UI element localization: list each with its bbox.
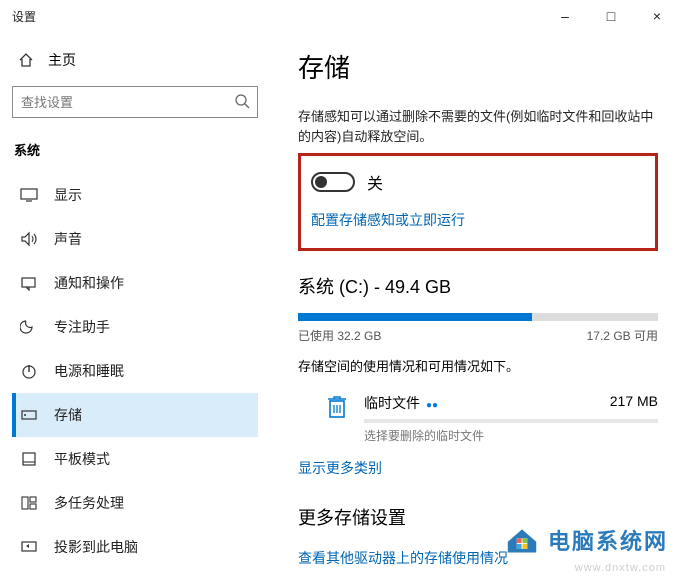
- sidebar-item-tablet[interactable]: 平板模式: [12, 437, 258, 481]
- drive-usage-bar: [298, 313, 658, 321]
- show-more-categories-link[interactable]: 显示更多类别: [298, 458, 658, 478]
- page-title: 存储: [298, 48, 658, 85]
- maximize-button[interactable]: □: [588, 0, 634, 32]
- sidebar-item-sound[interactable]: 声音: [12, 217, 258, 261]
- sidebar-item-label: 显示: [54, 185, 82, 205]
- tablet-icon: [20, 451, 38, 467]
- sidebar-item-label: 专注助手: [54, 317, 110, 337]
- toggle-state-label: 关: [367, 170, 383, 194]
- watermark: 电脑系统网: [504, 524, 668, 556]
- sidebar-item-notifications[interactable]: 通知和操作: [12, 261, 258, 305]
- sidebar-item-label: 存储: [54, 405, 82, 425]
- sound-icon: [20, 231, 38, 247]
- sidebar-item-label: 电源和睡眠: [54, 361, 124, 381]
- home-nav[interactable]: 主页: [12, 46, 258, 86]
- usage-desc: 存储空间的使用情况和可用情况如下。: [298, 356, 658, 375]
- sidebar-item-multitask[interactable]: 多任务处理: [12, 481, 258, 525]
- free-label: 17.2 GB 可用: [587, 327, 658, 344]
- search-icon: [234, 93, 250, 109]
- multitask-icon: [20, 495, 38, 511]
- sidebar-item-power[interactable]: 电源和睡眠: [12, 349, 258, 393]
- sidebar: 主页 系统 显示 声音 通知和操作 专注助手 电源和睡眠: [0, 32, 270, 580]
- storage-sense-desc: 存储感知可以通过删除不需要的文件(例如临时文件和回收站中的内容)自动释放空间。: [298, 107, 658, 147]
- sidebar-item-label: 通知和操作: [54, 273, 124, 293]
- focus-icon: [20, 319, 38, 335]
- watermark-url: www.dnxtw.com: [575, 562, 666, 574]
- category-bar: [364, 419, 658, 423]
- notification-icon: [20, 275, 38, 291]
- loading-icon: ●●: [426, 400, 438, 411]
- close-button[interactable]: ×: [634, 0, 680, 32]
- sidebar-item-storage[interactable]: 存储: [12, 393, 258, 437]
- category-hint: 选择要删除的临时文件: [364, 427, 658, 444]
- watermark-text: 电脑系统网: [548, 524, 668, 556]
- highlight-box: 关 配置存储感知或立即运行: [298, 153, 658, 251]
- content-pane: 存储 存储感知可以通过删除不需要的文件(例如临时文件和回收站中的内容)自动释放空…: [270, 32, 680, 580]
- sidebar-item-label: 多任务处理: [54, 493, 124, 513]
- home-icon: [18, 52, 34, 68]
- minimize-button[interactable]: –: [542, 0, 588, 32]
- configure-storage-sense-link[interactable]: 配置存储感知或立即运行: [311, 212, 465, 228]
- drive-title: 系统 (C:) - 49.4 GB: [298, 273, 658, 299]
- category-row-temp[interactable]: 临时文件 ●● 217 MB 选择要删除的临时文件: [298, 393, 658, 444]
- watermark-logo-icon: [504, 524, 540, 556]
- display-icon: [20, 187, 38, 203]
- window-title: 设置: [12, 8, 36, 25]
- category-size: 217 MB: [610, 393, 658, 413]
- sidebar-item-project[interactable]: 投影到此电脑: [12, 525, 258, 569]
- trash-icon: [324, 393, 350, 421]
- home-label: 主页: [48, 50, 76, 70]
- sidebar-item-focus[interactable]: 专注助手: [12, 305, 258, 349]
- sidebar-item-display[interactable]: 显示: [12, 173, 258, 217]
- storage-icon: [20, 407, 38, 423]
- sidebar-item-label: 声音: [54, 229, 82, 249]
- group-label: 系统: [12, 140, 258, 173]
- project-icon: [20, 539, 38, 555]
- sidebar-item-label: 平板模式: [54, 449, 110, 469]
- storage-sense-toggle[interactable]: [311, 172, 355, 192]
- used-label: 已使用 32.2 GB: [298, 327, 381, 344]
- category-name: 临时文件: [364, 395, 420, 411]
- search-input[interactable]: [12, 86, 258, 118]
- power-icon: [20, 363, 38, 379]
- sidebar-item-label: 投影到此电脑: [54, 537, 138, 557]
